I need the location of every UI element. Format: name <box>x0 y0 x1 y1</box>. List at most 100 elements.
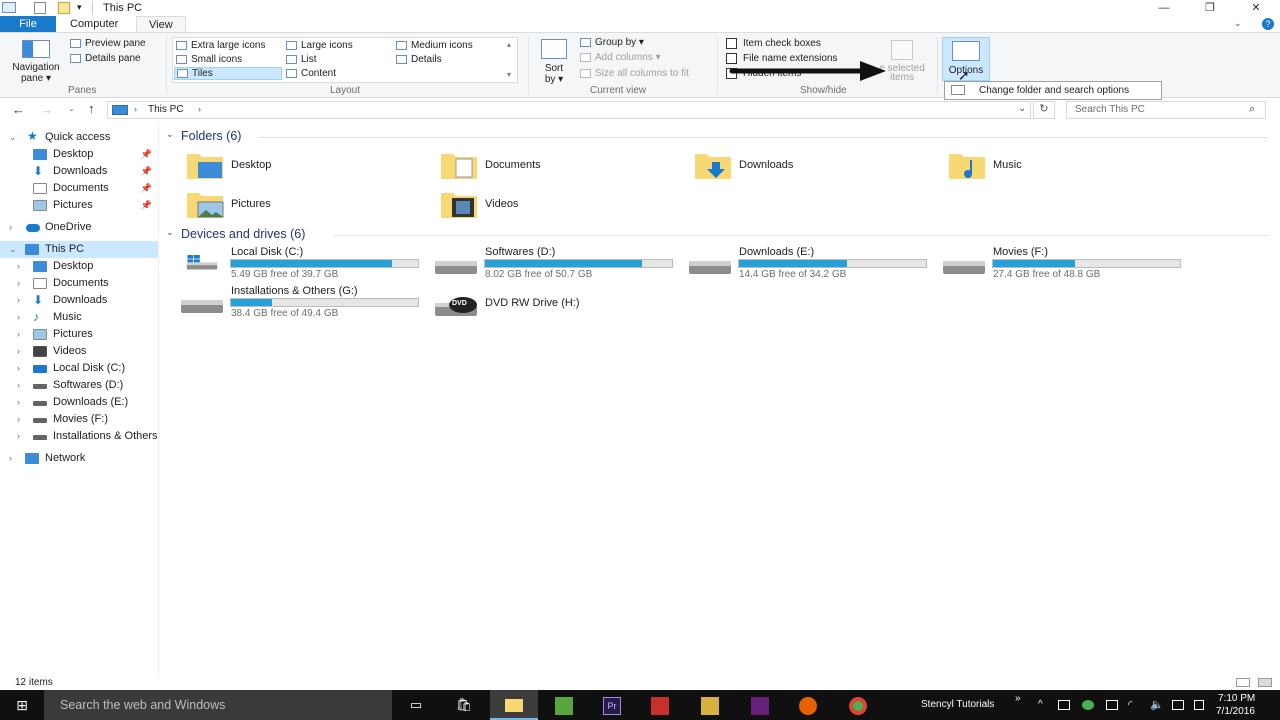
nav-pc-music[interactable]: › ♪ Music <box>0 309 158 326</box>
nav-pc-installations-g[interactable]: ›Installations & Others (G:) <box>0 428 158 445</box>
maximize-button[interactable]: ❐ <box>1187 0 1233 16</box>
layout-large-icons[interactable]: Large icons <box>286 40 353 51</box>
layout-tiles[interactable]: Tiles <box>174 67 282 80</box>
nav-pc-videos[interactable]: › Videos <box>0 343 158 360</box>
nav-quick-access[interactable]: ⌄ ★ Quick access <box>0 129 158 146</box>
drive-tile-d[interactable]: Softwares (D:) 8.02 GB free of 50.7 GB <box>434 245 679 280</box>
tab-view[interactable]: View <box>136 16 186 32</box>
address-dropdown-icon[interactable]: ⌄ <box>1018 103 1026 114</box>
folders-collapse-icon[interactable]: ⌄ <box>166 129 174 140</box>
nav-pc-desktop[interactable]: › Desktop <box>0 258 158 275</box>
nav-quick-desktop[interactable]: Desktop 📌 <box>0 146 158 163</box>
tray-app-icon[interactable] <box>1058 700 1070 710</box>
nav-pc-pictures[interactable]: › Pictures <box>0 326 158 343</box>
customize-toolbar-icon[interactable]: ▾ <box>77 2 82 13</box>
stencyl-tutorials-toolbar[interactable]: Stencyl Tutorials <box>921 699 994 710</box>
nav-pc-softwares-d[interactable]: › Softwares (D:) <box>0 377 158 394</box>
firefox-icon[interactable] <box>784 690 832 720</box>
tools-icon[interactable] <box>686 690 734 720</box>
layout-extra-large-icons[interactable]: Extra large icons <box>176 40 265 51</box>
nav-network[interactable]: › Network <box>0 450 158 467</box>
details-view-icon[interactable] <box>1236 678 1250 687</box>
properties-icon[interactable] <box>34 2 46 14</box>
taskbar-search[interactable]: Search the web and Windows <box>44 690 392 720</box>
recent-locations-icon[interactable]: ⌄ <box>68 104 75 113</box>
item-check-boxes-checkbox[interactable] <box>726 38 737 49</box>
pin-icon[interactable]: 📌 <box>141 180 152 197</box>
visual-studio-icon[interactable] <box>736 690 784 720</box>
nav-pc-movies-f[interactable]: › Movies (F:) <box>0 411 158 428</box>
pane-divider[interactable] <box>158 126 159 674</box>
tab-computer[interactable]: Computer <box>58 16 130 32</box>
large-icons-view-icon[interactable] <box>1258 678 1272 687</box>
breadcrumb-chevron-icon[interactable]: › <box>134 104 137 114</box>
back-button[interactable]: ← <box>12 102 25 117</box>
folder-tile-documents[interactable]: Documents <box>440 150 660 182</box>
add-columns-button[interactable]: Add columns ▾ <box>580 52 661 63</box>
size-columns-button[interactable]: Size all columns to fit <box>580 68 689 79</box>
collapse-ribbon-icon[interactable]: ⌄ <box>1234 18 1242 29</box>
help-icon[interactable]: ? <box>1262 18 1274 30</box>
nav-pc-local-disk-c[interactable]: › Local Disk (C:) <box>0 360 158 377</box>
nav-onedrive[interactable]: › OneDrive <box>0 219 158 236</box>
breadcrumb-chevron-icon[interactable]: › <box>198 104 201 114</box>
notifications-icon[interactable] <box>1194 700 1204 710</box>
folder-tile-desktop[interactable]: Desktop <box>186 150 406 182</box>
nav-pc-downloads-e[interactable]: › Downloads (E:) <box>0 394 158 411</box>
navigation-pane-button[interactable]: Navigation pane ▾ <box>8 37 64 84</box>
item-check-boxes-toggle[interactable]: Item check boxes <box>726 38 821 49</box>
keyboard-icon[interactable] <box>1172 700 1184 710</box>
folders-header[interactable]: Folders (6) <box>181 129 241 143</box>
pin-icon[interactable]: 📌 <box>141 146 152 163</box>
layout-details[interactable]: Details <box>396 54 442 65</box>
minimize-button[interactable]: — <box>1141 0 1187 16</box>
drives-header[interactable]: Devices and drives (6) <box>181 227 305 241</box>
folder-tile-downloads[interactable]: Downloads <box>694 150 914 182</box>
volume-icon[interactable]: 🔈 <box>1150 698 1164 711</box>
nav-quick-downloads[interactable]: ⬇ Downloads 📌 <box>0 163 158 180</box>
search-input[interactable]: Search This PC <box>1075 104 1145 115</box>
forward-button[interactable]: → <box>40 102 53 117</box>
nav-quick-documents[interactable]: Documents 📌 <box>0 180 158 197</box>
chrome-icon[interactable] <box>834 690 882 720</box>
app-red-icon[interactable] <box>636 690 684 720</box>
drive-tile-c[interactable]: Local Disk (C:) 5.49 GB free of 39.7 GB <box>180 245 425 280</box>
start-button[interactable]: ⊞ <box>0 690 44 720</box>
drive-tile-e[interactable]: Downloads (E:) 14.4 GB free of 34.2 GB <box>688 245 933 280</box>
clock-date[interactable]: 7/1/2016 <box>1216 706 1255 717</box>
drives-collapse-icon[interactable]: ⌄ <box>166 227 174 238</box>
drive-tile-g[interactable]: Installations & Others (G:) 38.4 GB free… <box>180 284 425 319</box>
layout-list[interactable]: List <box>286 54 317 65</box>
tray-sync-icon[interactable] <box>1082 700 1094 710</box>
nav-pc-downloads[interactable]: › ⬇ Downloads <box>0 292 158 309</box>
clock-time[interactable]: 7:10 PM <box>1218 693 1255 704</box>
layout-more-icon[interactable]: ▾ <box>507 70 511 79</box>
search-box[interactable]: Search This PC ⌕ <box>1066 101 1266 119</box>
folder-tile-videos[interactable]: Videos <box>440 189 660 221</box>
drive-tile-f[interactable]: Movies (F:) 27.4 GB free of 48.8 GB <box>942 245 1187 280</box>
nav-pc-documents[interactable]: › Documents <box>0 275 158 292</box>
nav-this-pc[interactable]: ⌄ This PC <box>0 241 158 258</box>
tab-file[interactable]: File <box>0 16 56 32</box>
layout-scroll-up-icon[interactable]: ▴ <box>507 40 511 49</box>
tray-expand-icon[interactable]: ^ <box>1038 699 1043 710</box>
up-button[interactable]: ↑ <box>88 101 95 116</box>
breadcrumb-this-pc[interactable]: This PC <box>148 104 184 115</box>
preview-pane-button[interactable]: Preview pane <box>70 38 146 49</box>
layout-content[interactable]: Content <box>286 68 336 79</box>
folder-tile-pictures[interactable]: Pictures <box>186 189 406 221</box>
new-folder-icon[interactable] <box>58 2 70 14</box>
address-bar[interactable]: › This PC › ⌄ <box>107 101 1031 119</box>
layout-small-icons[interactable]: Small icons <box>176 54 242 65</box>
sort-by-button[interactable]: Sort by ▾ <box>538 37 570 85</box>
wifi-icon[interactable]: ◜ <box>1128 698 1132 711</box>
refresh-button[interactable]: ↻ <box>1033 101 1055 119</box>
pin-icon[interactable]: 📌 <box>141 163 152 180</box>
toolbar-chevron-icon[interactable]: » <box>1015 693 1021 704</box>
folder-tile-music[interactable]: Music <box>948 150 1168 182</box>
premiere-icon[interactable]: Pr <box>588 690 636 720</box>
drive-tile-h-dvd[interactable]: DVD DVD RW Drive (H:) <box>434 290 679 320</box>
pin-icon[interactable]: 📌 <box>141 197 152 214</box>
search-icon[interactable]: ⌕ <box>1249 103 1255 116</box>
camtasia-icon[interactable] <box>540 690 588 720</box>
